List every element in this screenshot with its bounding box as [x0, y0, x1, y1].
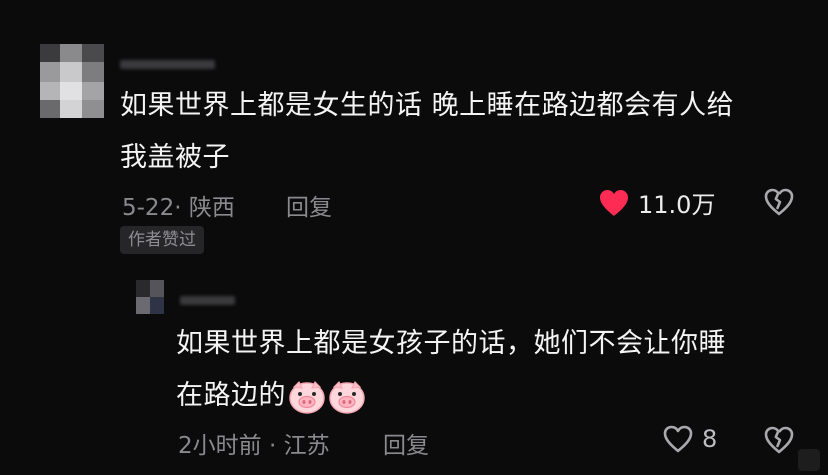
broken-heart-icon	[764, 426, 794, 454]
heart-outline-icon	[663, 425, 693, 453]
comment-text-line: 如果世界上都是女生的话 晚上睡在路边都会有人给	[120, 90, 735, 121]
like-button[interactable]: 11.0万	[598, 185, 715, 220]
like-button[interactable]: 8	[662, 424, 717, 454]
like-count: 11.0万	[638, 191, 716, 219]
author-liked-badge: 作者赞过	[120, 226, 204, 254]
username[interactable]	[180, 296, 235, 305]
comment-text: 如果世界上都是女生的话 晚上睡在路边都会有人给 我盖被子	[120, 80, 810, 184]
comment-date-location: 5-22· 陕西	[122, 195, 235, 221]
reply-text-line: 在路边的	[176, 370, 796, 422]
watermark-logo	[798, 449, 820, 471]
reply-text-line: 如果世界上都是女孩子的话，她们不会让你睡	[176, 328, 726, 359]
comment-thread: 如果世界上都是女生的话 晚上睡在路边都会有人给 我盖被子 5-22· 陕西 回复…	[0, 0, 828, 475]
reply-date-location: 2小时前 · 江苏	[178, 433, 330, 459]
username[interactable]	[120, 60, 215, 69]
dislike-button[interactable]	[763, 425, 795, 459]
heart-filled-icon	[600, 189, 628, 216]
reply-text: 如果世界上都是女孩子的话，她们不会让你睡 在路边的	[176, 318, 796, 422]
avatar[interactable]	[136, 280, 164, 314]
like-count: 8	[702, 425, 718, 453]
pig-face-emoji	[289, 380, 325, 414]
pig-face-emoji	[329, 380, 365, 414]
comment-text-line: 我盖被子	[120, 142, 230, 173]
reply-button[interactable]: 回复	[286, 188, 332, 222]
reply-button[interactable]: 回复	[383, 426, 429, 460]
dislike-button[interactable]	[763, 187, 795, 221]
broken-heart-icon	[764, 188, 794, 216]
avatar[interactable]	[40, 44, 104, 118]
reply-text-line-2: 在路边的	[176, 380, 286, 411]
